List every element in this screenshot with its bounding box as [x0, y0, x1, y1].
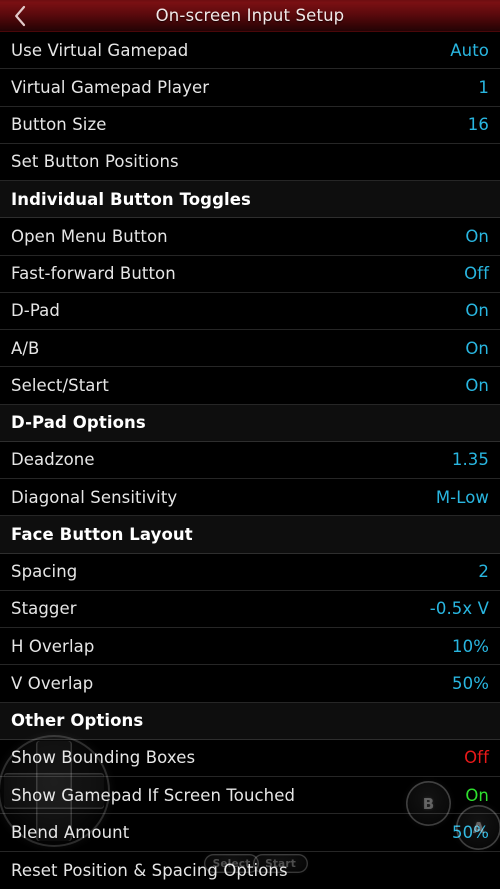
setting-label: Stagger — [11, 599, 77, 619]
setting-value[interactable]: 1.35 — [452, 450, 489, 469]
setting-label: Set Button Positions — [11, 152, 179, 172]
setting-value[interactable]: 16 — [468, 115, 489, 134]
setting-value[interactable]: On — [465, 786, 489, 805]
setting-label: D-Pad — [11, 301, 60, 321]
setting-value[interactable]: M-Low — [436, 488, 489, 507]
setting-row-use-virtual-gamepad[interactable]: Use Virtual Gamepad Auto — [0, 32, 500, 70]
setting-row-stagger[interactable]: Stagger -0.5x V — [0, 590, 500, 628]
setting-value[interactable]: 50% — [452, 674, 489, 693]
setting-value[interactable]: Auto — [450, 41, 489, 60]
setting-label: Open Menu Button — [11, 226, 168, 246]
setting-row-d-pad[interactable]: D-Pad On — [0, 292, 500, 330]
start-button-label: Start — [265, 857, 296, 870]
setting-label: A/B — [11, 338, 40, 358]
section-header-label: Other Options — [11, 711, 144, 731]
setting-label: Deadzone — [11, 450, 95, 470]
setting-label: Virtual Gamepad Player — [11, 77, 210, 97]
setting-value[interactable]: -0.5x V — [430, 599, 489, 618]
setting-row-spacing[interactable]: Spacing 2 — [0, 553, 500, 591]
section-header-label: Face Button Layout — [11, 524, 193, 544]
dpad-button[interactable] — [0, 735, 110, 847]
setting-row-select-start[interactable]: Select/Start On — [0, 367, 500, 405]
setting-label: Select/Start — [11, 375, 109, 395]
select-button-label: Select — [212, 857, 251, 870]
back-button[interactable] — [0, 0, 40, 32]
section-header-d-pad-options: D-Pad Options — [0, 404, 500, 442]
select-button[interactable]: Select — [204, 854, 259, 873]
section-header-other-options: Other Options — [0, 702, 500, 740]
setting-value[interactable]: On — [465, 227, 489, 246]
setting-row-deadzone[interactable]: Deadzone 1.35 — [0, 441, 500, 479]
setting-label: Spacing — [11, 562, 78, 582]
section-header-label: D-Pad Options — [11, 413, 146, 433]
setting-value[interactable]: 1 — [478, 78, 489, 97]
setting-row-button-size[interactable]: Button Size 16 — [0, 106, 500, 144]
b-button[interactable]: B — [406, 781, 451, 826]
section-header-label: Individual Button Toggles — [11, 189, 251, 209]
setting-row-set-button-positions[interactable]: Set Button Positions — [0, 143, 500, 181]
setting-label: Use Virtual Gamepad — [11, 40, 189, 60]
dpad-horizontal-arm — [4, 773, 104, 809]
setting-value[interactable]: On — [465, 339, 489, 358]
setting-label: Button Size — [11, 115, 107, 135]
chevron-left-icon — [15, 5, 26, 26]
setting-label: Diagonal Sensitivity — [11, 487, 178, 507]
setting-label: H Overlap — [11, 636, 95, 656]
setting-row-diagonal-sensitivity[interactable]: Diagonal Sensitivity M-Low — [0, 479, 500, 517]
setting-row-open-menu-button[interactable]: Open Menu Button On — [0, 218, 500, 256]
setting-row-v-overlap[interactable]: V Overlap 50% — [0, 665, 500, 703]
setting-row-fast-forward-button[interactable]: Fast-forward Button Off — [0, 255, 500, 293]
on-screen-input-setup-screen: On-screen Input Setup Use Virtual Gamepa… — [0, 0, 500, 889]
setting-row-virtual-gamepad-player[interactable]: Virtual Gamepad Player 1 — [0, 69, 500, 107]
a-button-label: A — [472, 818, 485, 837]
setting-value[interactable]: 10% — [452, 637, 489, 656]
setting-label: V Overlap — [11, 673, 94, 693]
setting-row-h-overlap[interactable]: H Overlap 10% — [0, 628, 500, 666]
setting-value[interactable]: On — [465, 376, 489, 395]
setting-label: Fast-forward Button — [11, 264, 176, 284]
section-header-individual-button-toggles: Individual Button Toggles — [0, 181, 500, 219]
page-title: On-screen Input Setup — [155, 6, 345, 25]
section-header-face-button-layout: Face Button Layout — [0, 516, 500, 554]
setting-value[interactable]: On — [465, 301, 489, 320]
setting-row-a-b[interactable]: A/B On — [0, 330, 500, 368]
setting-value[interactable]: Off — [464, 264, 489, 283]
titlebar: On-screen Input Setup — [0, 0, 500, 32]
setting-value[interactable]: Off — [464, 748, 489, 767]
a-button[interactable]: A — [456, 805, 500, 850]
setting-value[interactable]: 2 — [478, 562, 489, 581]
start-button[interactable]: Start — [253, 854, 308, 873]
b-button-label: B — [422, 794, 435, 813]
